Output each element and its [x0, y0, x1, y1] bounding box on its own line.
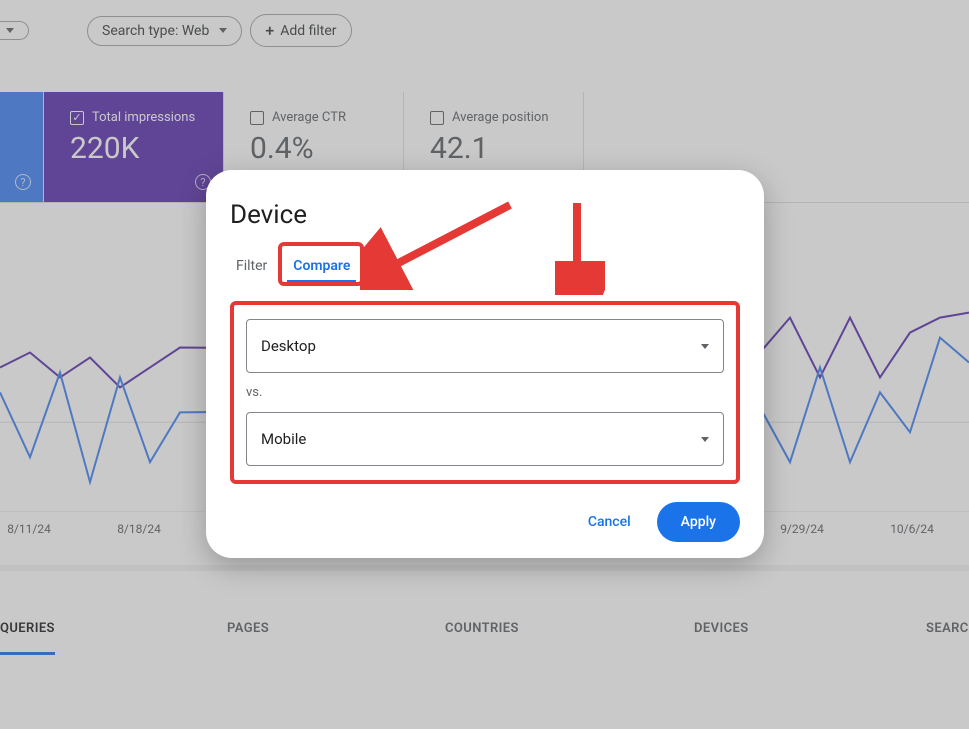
dropdown-caret-icon	[701, 437, 709, 442]
dialog-tab-filter[interactable]: Filter	[230, 252, 273, 283]
apply-button[interactable]: Apply	[657, 502, 740, 542]
dialog-tab-compare[interactable]: Compare	[287, 252, 356, 283]
dialog-tabs: Filter Compare	[230, 252, 740, 283]
dropdown-caret-icon	[701, 344, 709, 349]
dialog-actions: Cancel Apply	[230, 484, 740, 542]
cancel-button[interactable]: Cancel	[580, 504, 639, 540]
vs-label: vs.	[246, 385, 724, 400]
select-value: Desktop	[261, 337, 316, 355]
device-dialog: Device Filter Compare Desktop vs. Mobile…	[206, 170, 764, 558]
select-value: Mobile	[261, 430, 306, 448]
compare-select-b[interactable]: Mobile	[246, 412, 724, 466]
compare-select-a[interactable]: Desktop	[246, 319, 724, 373]
dialog-title: Device	[230, 200, 740, 230]
compare-selects-highlight: Desktop vs. Mobile	[230, 301, 740, 484]
